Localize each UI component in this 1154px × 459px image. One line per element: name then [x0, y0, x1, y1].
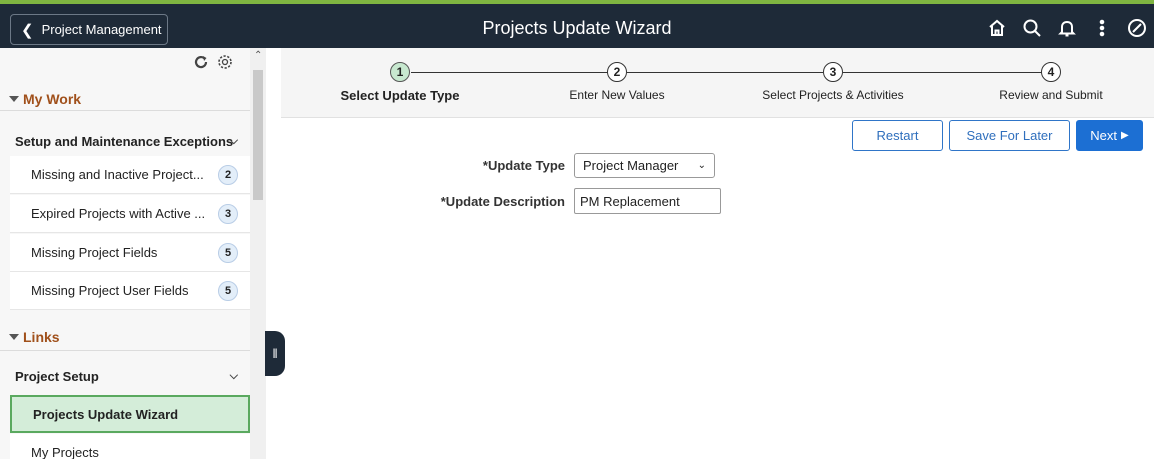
group-project-setup[interactable]: Project Setup ⌵: [0, 369, 250, 384]
header-actions: [979, 14, 1154, 42]
caret-right-icon: ▶: [1121, 130, 1129, 141]
update-type-label: *Update Type: [482, 158, 565, 173]
my-work-header[interactable]: My Work: [9, 91, 81, 107]
restart-button[interactable]: Restart: [852, 120, 943, 151]
nav-item-label: Expired Projects with Active ...: [31, 206, 206, 221]
drag-handle-icon: ‖: [272, 346, 278, 361]
nav-item-label: My Projects: [31, 445, 99, 459]
divider: [0, 110, 250, 111]
update-description-value: PM Replacement: [580, 193, 680, 209]
nav-item-label: Missing Project User Fields: [31, 283, 189, 298]
refresh-icon[interactable]: [193, 54, 209, 70]
save-for-later-button[interactable]: Save For Later: [949, 120, 1070, 151]
step-connector: [843, 72, 1043, 73]
nav-item-missing-fields[interactable]: Missing Project Fields 5: [10, 234, 250, 272]
back-button[interactable]: ❮ Project Management: [10, 14, 168, 45]
update-description-label: *Update Description: [440, 194, 565, 209]
update-type-value: Project Manager: [583, 158, 679, 173]
step-3-label[interactable]: Select Projects & Activities: [733, 88, 933, 102]
nav-item-my-projects[interactable]: My Projects: [10, 434, 250, 459]
chevron-down-icon: ⌄: [697, 160, 706, 171]
divider: [0, 350, 250, 351]
step-4-label[interactable]: Review and Submit: [951, 88, 1151, 102]
collapse-triangle-icon: [9, 96, 19, 102]
save-for-later-label: Save For Later: [966, 128, 1053, 143]
my-work-title: My Work: [23, 91, 82, 107]
compass-icon[interactable]: [1119, 14, 1154, 42]
step-3-marker[interactable]: 3: [823, 62, 843, 82]
scroll-thumb[interactable]: [253, 70, 263, 200]
group-label: Project Setup: [15, 369, 99, 384]
nav-item-expired-projects[interactable]: Expired Projects with Active ... 3: [10, 195, 250, 233]
panel-collapse-handle[interactable]: ‖: [265, 331, 285, 376]
links-title: Links: [23, 329, 60, 345]
collapse-triangle-icon: [9, 334, 19, 340]
nav-item-projects-update-wizard[interactable]: Projects Update Wizard: [10, 395, 250, 433]
step-1-label[interactable]: Select Update Type: [300, 88, 500, 103]
bell-icon[interactable]: [1049, 14, 1084, 42]
restart-label: Restart: [876, 128, 919, 143]
links-header[interactable]: Links: [9, 329, 60, 345]
count-badge: 5: [218, 242, 238, 263]
step-2-marker[interactable]: 2: [607, 62, 627, 82]
more-icon[interactable]: [1084, 14, 1119, 42]
count-badge: 3: [218, 203, 238, 224]
next-label: Next: [1090, 128, 1118, 143]
nav-item-missing-inactive[interactable]: Missing and Inactive Project... 2: [10, 156, 250, 194]
nav-item-label: Missing Project Fields: [31, 245, 158, 260]
step-1-marker[interactable]: 1: [390, 62, 410, 82]
update-type-select[interactable]: Project Manager ⌄: [574, 153, 715, 178]
chevron-left-icon: ❮: [21, 21, 34, 39]
chevron-down-icon: ⌵: [229, 135, 238, 147]
step-4-marker[interactable]: 4: [1041, 62, 1061, 82]
chevron-down-icon: ⌵: [229, 370, 238, 382]
step-connector: [627, 72, 823, 73]
search-icon[interactable]: [1014, 14, 1049, 42]
panel-scrollbar[interactable]: ⌃: [250, 48, 266, 459]
side-panel: My Work Setup and Maintenance Exceptions…: [0, 48, 266, 459]
nav-item-label: Missing and Inactive Project...: [31, 167, 204, 182]
step-connector: [411, 72, 617, 73]
count-badge: 2: [218, 164, 238, 185]
back-button-label: Project Management: [41, 22, 162, 37]
group-label: Setup and Maintenance Exceptions: [15, 134, 234, 149]
count-badge: 5: [218, 280, 238, 301]
step-2-label[interactable]: Enter New Values: [517, 88, 717, 102]
scroll-up-icon[interactable]: ⌃: [254, 50, 262, 61]
update-description-input[interactable]: PM Replacement: [574, 188, 721, 214]
top-banner: ❮ Project Management Projects Update Wiz…: [0, 0, 1154, 48]
step-train: 1 2 3 4 Select Update Type Enter New Val…: [281, 48, 1154, 118]
home-icon[interactable]: [979, 14, 1014, 42]
next-button[interactable]: Next ▶: [1076, 120, 1143, 151]
gear-icon[interactable]: [217, 54, 233, 70]
group-setup-exceptions[interactable]: Setup and Maintenance Exceptions ⌵: [0, 134, 250, 149]
nav-item-label: Projects Update Wizard: [33, 406, 179, 422]
nav-item-missing-user-fields[interactable]: Missing Project User Fields 5: [10, 272, 250, 310]
panel-tools: [193, 54, 233, 70]
